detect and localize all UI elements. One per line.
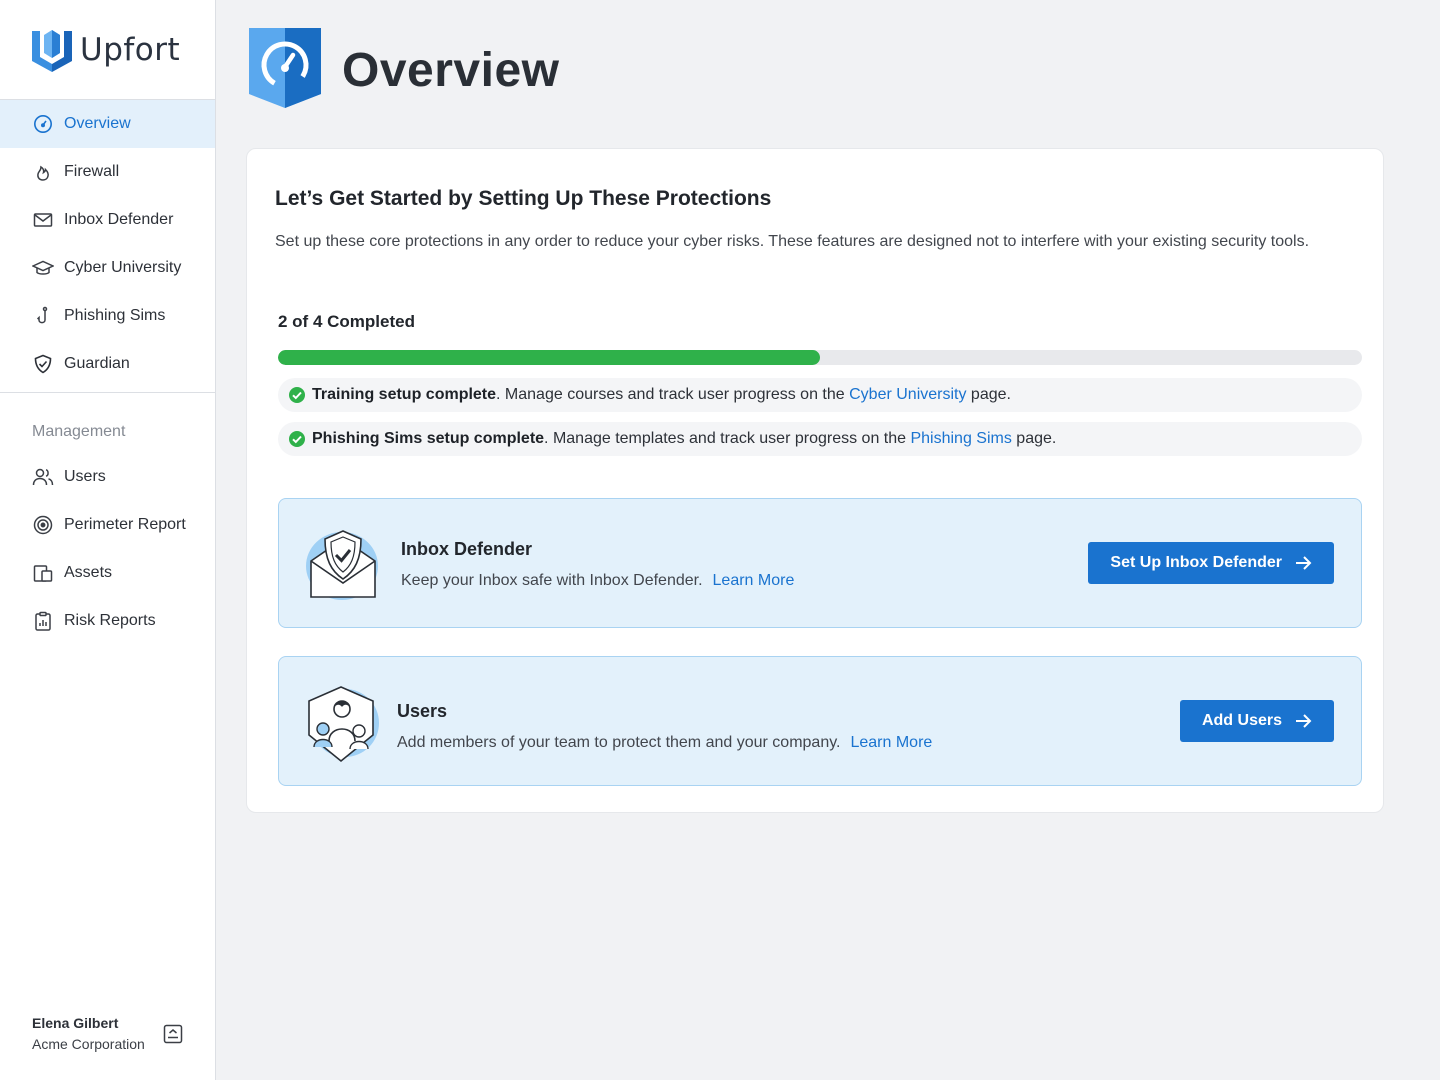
mail-icon — [32, 209, 54, 231]
sidebar-item-users[interactable]: Users — [0, 453, 215, 501]
sidebar-item-cyber-university[interactable]: Cyber University — [0, 244, 215, 292]
sidebar-item-overview[interactable]: Overview — [0, 100, 215, 148]
users-icon — [32, 466, 54, 488]
clipboard-chart-icon — [32, 610, 54, 632]
arrow-right-icon — [1296, 556, 1312, 570]
sidebar-item-label: Overview — [64, 115, 131, 132]
users-title: Users — [397, 701, 448, 721]
users-shield-illustration — [303, 685, 383, 765]
sidebar: Upfort Overview Firewall Inbox Defender … — [0, 0, 216, 1080]
sidebar-item-assets[interactable]: Assets — [0, 549, 215, 597]
page-header: Overview — [248, 28, 559, 113]
fishing-hook-icon — [32, 305, 54, 327]
users-learn-more-link[interactable]: Learn More — [850, 734, 932, 751]
progress-label: 2 of 4 Completed — [278, 312, 415, 331]
progress-bar-fill — [278, 350, 820, 365]
button-label: Set Up Inbox Defender — [1110, 554, 1282, 571]
inbox-defender-learn-more-link[interactable]: Learn More — [713, 572, 795, 589]
inbox-defender-description-text: Keep your Inbox safe with Inbox Defender… — [401, 572, 703, 589]
add-users-button[interactable]: Add Users — [1179, 700, 1334, 742]
brand-logo[interactable]: Upfort — [0, 0, 215, 100]
sidebar-item-risk-reports[interactable]: Risk Reports — [0, 597, 215, 645]
primary-nav: Overview Firewall Inbox Defender Cyber U… — [0, 100, 215, 393]
setup-description: Set up these core protections in any ord… — [275, 233, 1310, 250]
target-icon — [32, 514, 54, 536]
sidebar-item-label: Cyber University — [64, 259, 182, 276]
gauge-icon — [32, 113, 54, 135]
assets-icon — [32, 562, 54, 584]
completed-item-text: Phishing Sims setup complete. Manage tem… — [312, 430, 1056, 448]
sidebar-item-firewall[interactable]: Firewall — [0, 148, 215, 196]
completed-item-body: . Manage courses and track user progress… — [496, 386, 850, 403]
sidebar-item-phishing-sims[interactable]: Phishing Sims — [0, 292, 215, 340]
arrow-right-icon — [1296, 714, 1312, 728]
user-info: Elena Gilbert Acme Corporation — [32, 1015, 145, 1052]
setup-card: Let’s Get Started by Setting Up These Pr… — [246, 148, 1384, 813]
sidebar-item-label: Risk Reports — [64, 612, 156, 629]
sidebar-item-label: Guardian — [64, 355, 130, 372]
sidebar-item-perimeter-report[interactable]: Perimeter Report — [0, 501, 215, 549]
user-name: Elena Gilbert — [32, 1015, 119, 1031]
graduation-cap-icon — [32, 257, 54, 279]
progress-bar — [278, 350, 1362, 365]
sidebar-item-label: Firewall — [64, 163, 120, 180]
user-org: Acme Corporation — [32, 1036, 145, 1052]
sidebar-item-label: Assets — [64, 564, 113, 581]
gauge-shield-icon — [248, 28, 322, 113]
shield-check-icon — [32, 353, 54, 375]
sidebar-item-label: Perimeter Report — [64, 516, 186, 533]
check-circle-icon — [288, 430, 306, 448]
upfort-logo-icon — [32, 29, 72, 72]
sidebar-item-guardian[interactable]: Guardian — [0, 340, 215, 388]
page-title: Overview — [342, 44, 560, 97]
inbox-defender-description: Keep your Inbox safe with Inbox Defender… — [401, 572, 794, 590]
sidebar-item-inbox-defender[interactable]: Inbox Defender — [0, 196, 215, 244]
phishing-sims-link[interactable]: Phishing Sims — [910, 430, 1011, 447]
completed-item-text: Training setup complete. Manage courses … — [312, 386, 1011, 404]
inbox-defender-title: Inbox Defender — [401, 539, 533, 559]
completed-item-suffix: page. — [1011, 430, 1057, 447]
users-panel: Users Add members of your team to protec… — [278, 656, 1362, 786]
completed-item-title: Training setup complete — [312, 386, 497, 403]
envelope-shield-illustration — [303, 527, 383, 607]
management-heading: Management — [32, 423, 126, 440]
completed-item-body: . Manage templates and track user progre… — [544, 430, 911, 447]
completed-item: Phishing Sims setup complete. Manage tem… — [278, 422, 1362, 456]
sidebar-item-label: Users — [64, 468, 106, 485]
user-profile[interactable]: Elena Gilbert Acme Corporation — [32, 1015, 184, 1052]
check-circle-icon — [288, 386, 306, 404]
sidebar-item-label: Phishing Sims — [64, 307, 166, 324]
setup-inbox-defender-button[interactable]: Set Up Inbox Defender — [1088, 542, 1334, 584]
sidebar-item-label: Inbox Defender — [64, 211, 174, 228]
brand-name: Upfort — [80, 31, 181, 68]
cyber-university-link[interactable]: Cyber University — [849, 386, 966, 403]
button-label: Add Users — [1201, 712, 1282, 729]
completed-item: Training setup complete. Manage courses … — [278, 378, 1362, 412]
completed-item-suffix: page. — [966, 386, 1011, 403]
setup-title: Let’s Get Started by Setting Up These Pr… — [275, 187, 772, 210]
flame-icon — [32, 161, 54, 183]
completed-item-title: Phishing Sims setup complete — [312, 430, 545, 447]
users-description-text: Add members of your team to protect them… — [397, 734, 841, 751]
inbox-defender-panel: Inbox Defender Keep your Inbox safe with… — [278, 498, 1362, 628]
management-nav: Users Perimeter Report Assets Risk Repor… — [0, 453, 215, 645]
expand-menu-icon[interactable] — [162, 1023, 184, 1045]
users-description: Add members of your team to protect them… — [397, 734, 932, 752]
